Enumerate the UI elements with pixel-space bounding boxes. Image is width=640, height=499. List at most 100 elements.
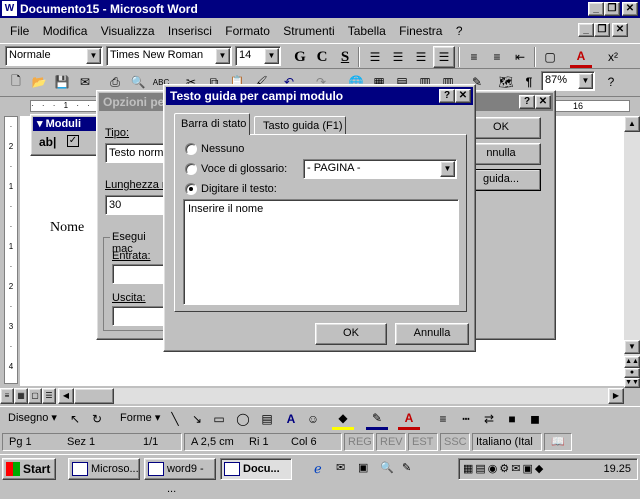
spelling-status-icon[interactable]: 📖 [544,433,572,451]
page-view-button[interactable]: ▢ [28,388,42,404]
italic-button[interactable]: C [311,46,333,68]
text-box-icon[interactable]: ▤ [256,408,278,430]
menu-strumenti[interactable]: Strumenti [283,24,334,38]
chevron-down-icon[interactable]: ▼ [86,48,101,64]
status-rev[interactable]: REV [376,433,406,451]
chevron-down-icon[interactable]: ▼ [215,48,230,64]
uscita-field[interactable] [112,306,164,326]
restore-button[interactable]: ❐ [604,2,620,16]
help-text-area[interactable]: Inserire il nome [183,199,459,305]
chevron-down-icon[interactable]: ▼ [264,48,279,64]
outline-view-button[interactable]: ☰ [42,388,56,404]
quicklaunch-office-icon[interactable]: ✎ [402,461,411,474]
menu-visualizza[interactable]: Visualizza [101,24,155,38]
3d-icon[interactable]: ◼ [524,408,546,430]
close-button[interactable]: ✕ [622,2,638,16]
tray-icons[interactable]: ▦▤◉⚙✉▣◆ [463,462,545,475]
radio-nessuno-label[interactable]: Nessuno [201,143,244,155]
help-dialog-ok-button[interactable]: OK [315,323,387,345]
font-combo[interactable]: Times New Roman ▼ [106,46,232,66]
menu-modifica[interactable]: Modifica [43,24,88,38]
line-style-icon[interactable]: ≡ [432,408,454,430]
menu-file[interactable]: File [10,24,29,38]
next-page-button[interactable]: ▼▼ [624,378,640,388]
quicklaunch-desktop-icon[interactable]: ▣ [358,461,368,474]
font-color-icon[interactable]: A [570,46,592,68]
chevron-down-icon[interactable]: ▼ [578,73,593,89]
quicklaunch-search-icon[interactable]: 🔍 [380,461,394,474]
radio-digitare-label[interactable]: Digitare il testo: [201,183,277,195]
tipo-field[interactable]: Testo norm [105,143,165,163]
disegno-menu[interactable]: Disegno ▾ [8,411,57,424]
status-est[interactable]: EST [408,433,438,451]
shadow-icon[interactable]: ■ [501,408,523,430]
help-dialog-close-button[interactable]: ✕ [455,89,471,103]
tab-tasto-guida[interactable]: Tasto guida (F1) [254,116,346,135]
task-word9[interactable]: word9 - ... [144,458,216,495]
lunghezza-field[interactable]: 30 [105,195,165,215]
scroll-right-button[interactable]: ▶ [608,388,624,404]
draw-font-color-icon[interactable]: A [398,408,420,430]
select-browse-object-button[interactable]: ● [624,368,640,378]
opzioni-close-button[interactable]: ✕ [535,95,551,109]
help-dialog-titlebar[interactable]: Testo guida per campi modulo ? ✕ [166,87,473,105]
email-icon[interactable]: ✉ [74,71,96,93]
menu-help[interactable]: ? [456,24,463,38]
save-icon[interactable]: 💾 [51,71,73,93]
arrow-style-icon[interactable]: ⇄ [478,408,500,430]
underline-button[interactable]: S [334,46,356,68]
text-form-field-button[interactable]: ab| [39,135,56,149]
align-center-icon[interactable]: ☰ [387,46,409,68]
align-right-icon[interactable]: ☰ [410,46,432,68]
quicklaunch-outlook-icon[interactable]: ✉ [336,461,345,474]
numbered-list-icon[interactable]: ≡ [463,46,485,68]
doc-minimize-button[interactable]: _ [578,23,594,37]
outdent-icon[interactable]: ⇤ [509,46,531,68]
task-microsoft[interactable]: Microso... [68,458,140,480]
justify-icon[interactable]: ☰ [433,46,455,68]
checkbox-form-field-icon[interactable]: ✓ [67,135,79,147]
entrata-field[interactable] [112,264,164,284]
oval-icon[interactable]: ◯ [232,408,254,430]
scroll-thumb[interactable] [74,388,114,404]
open-folder-icon[interactable]: 📂 [28,71,50,93]
rectangle-icon[interactable]: ▭ [208,408,230,430]
doc-restore-button[interactable]: ❐ [594,23,610,37]
horizontal-scrollbar[interactable]: ≡ ▦ ▢ ☰ ◀ ▶ [0,388,624,404]
line-color-icon[interactable]: ✎ [366,408,388,430]
wordart-icon[interactable]: A [280,408,302,430]
dash-style-icon[interactable]: ┅ [455,408,477,430]
forme-menu[interactable]: Forme ▾ [120,411,160,424]
office-assistant-icon[interactable]: ? [600,71,622,93]
font-size-combo[interactable]: 14 ▼ [235,46,281,66]
radio-voce-label[interactable]: Voce di glossario: [201,163,287,175]
clipart-icon[interactable]: ☺ [302,408,324,430]
quicklaunch-ie-icon[interactable]: ℯ [314,461,322,477]
menu-finestra[interactable]: Finestra [399,24,442,38]
bold-button[interactable]: G [289,46,311,68]
tab-barra-di-stato[interactable]: Barra di stato [174,113,250,135]
arrow-icon[interactable]: ↘ [186,408,208,430]
task-documento[interactable]: Docu... [220,458,292,480]
menu-tabella[interactable]: Tabella [348,24,386,38]
status-reg[interactable]: REG [344,433,374,451]
new-document-icon[interactable]: 🗋 [5,71,27,93]
normal-view-button[interactable]: ≡ [0,388,14,404]
opzioni-help-button[interactable]: ? [519,95,535,109]
superscript-icon[interactable]: x² [602,46,624,68]
start-button[interactable]: Start [2,458,56,480]
help-dialog-help-button[interactable]: ? [439,89,455,103]
status-ssc[interactable]: SSC [440,433,470,451]
free-rotate-icon[interactable]: ↻ [86,408,108,430]
menu-inserisci[interactable]: Inserisci [168,24,212,38]
border-icon[interactable]: ▢ [539,46,561,68]
zoom-combo[interactable]: 87% ▼ [541,71,595,91]
minimize-button[interactable]: _ [588,2,604,16]
menu-formato[interactable]: Formato [225,24,270,38]
bullet-list-icon[interactable]: ≡ [486,46,508,68]
doc-close-button[interactable]: ✕ [612,23,628,37]
scroll-down-button[interactable]: ▼ [624,340,640,354]
scroll-left-button[interactable]: ◀ [58,388,74,404]
style-combo[interactable]: Normale ▼ [5,46,103,66]
scroll-up-button[interactable]: ▲ [624,116,640,132]
